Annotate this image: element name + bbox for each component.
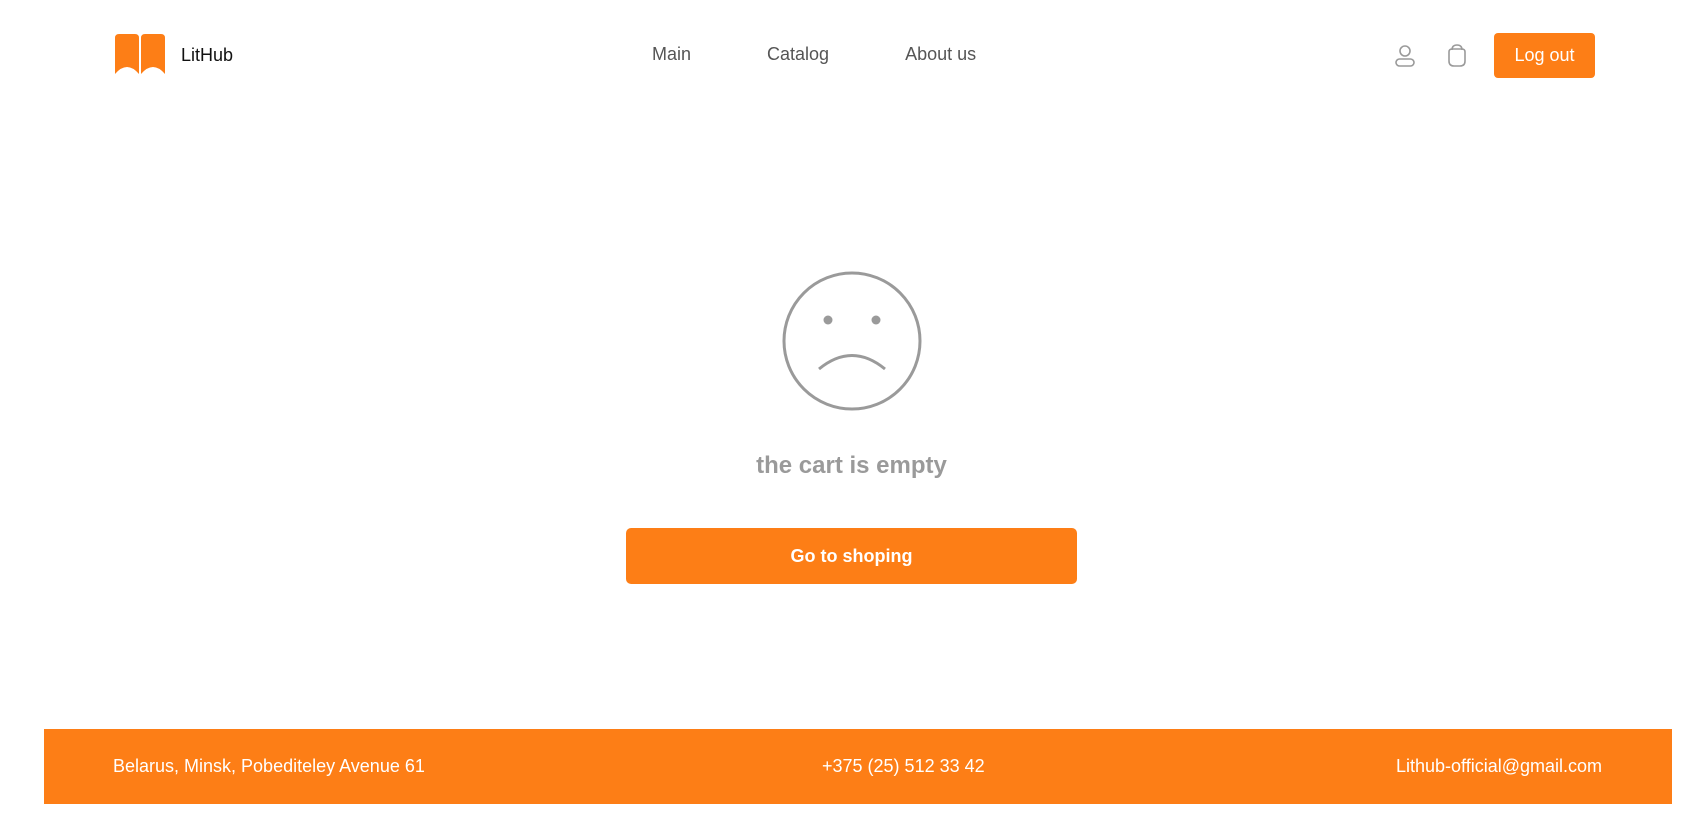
logout-button[interactable]: Log out	[1494, 33, 1595, 78]
book-icon	[115, 34, 165, 74]
header-actions: Log out	[1390, 33, 1595, 78]
footer-email[interactable]: Lithub-official@gmail.com	[1396, 756, 1602, 777]
brand-name: LitHub	[181, 44, 234, 65]
footer-phone[interactable]: +375 (25) 512 33 42	[822, 756, 985, 777]
nav-item-main[interactable]: Main	[652, 44, 691, 65]
cart-icon	[1448, 43, 1466, 67]
cart-button[interactable]	[1442, 41, 1472, 71]
user-icon	[1395, 44, 1415, 67]
main-nav: Main Catalog About us	[652, 44, 976, 65]
empty-cart-message: the cart is empty	[756, 452, 947, 479]
profile-button[interactable]	[1390, 41, 1420, 71]
nav-item-about-us[interactable]: About us	[905, 44, 976, 65]
go-to-shopping-button[interactable]: Go to shoping	[626, 528, 1077, 584]
footer-address: Belarus, Minsk, Pobediteley Avenue 61	[113, 756, 425, 776]
site-footer: Belarus, Minsk, Pobediteley Avenue 61 +3…	[44, 729, 1672, 804]
logo[interactable]: LitHub	[113, 34, 233, 76]
sad-face-icon	[782, 271, 921, 411]
page: LitHub Main Catalog About us Log out the…	[0, 0, 1703, 824]
site-header: LitHub Main Catalog About us Log out	[0, 0, 1703, 112]
empty-cart-section: the cart is empty Go to shoping	[0, 270, 1703, 584]
nav-item-catalog[interactable]: Catalog	[767, 44, 829, 65]
